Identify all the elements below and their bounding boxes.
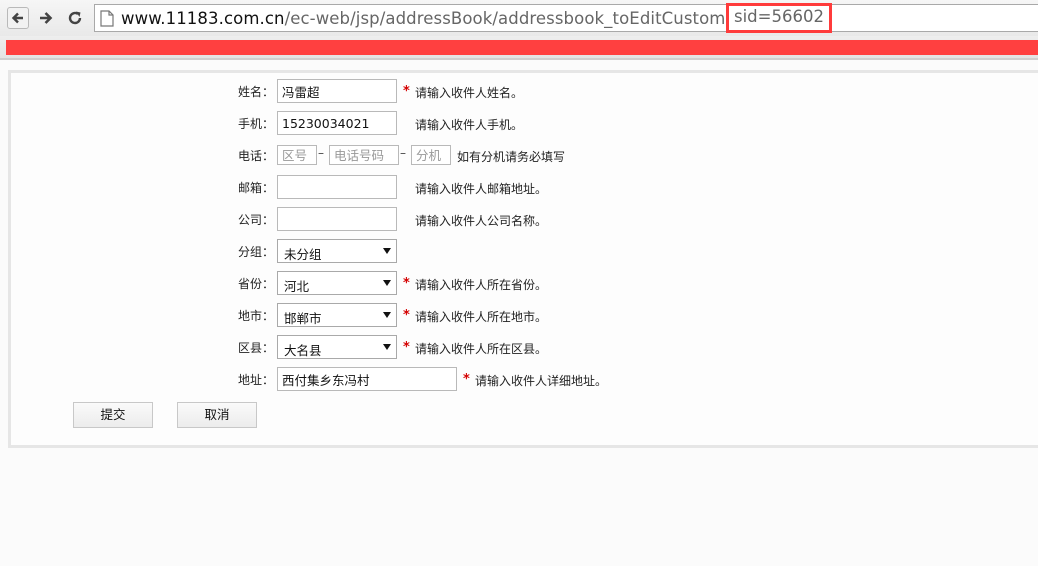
required-mark: *	[403, 84, 410, 99]
province-row: 省份： 河北 * 请输入收件人所在省份。	[11, 271, 1011, 295]
district-row: 区县： 大名县 * 请输入收件人所在区县。	[11, 335, 1011, 359]
company-hint: 请输入收件人公司名称。	[415, 214, 548, 228]
back-arrow-icon	[11, 12, 23, 24]
name-row: 姓名： * 请输入收件人姓名。	[11, 79, 1011, 103]
city-select[interactable]: 邯郸市	[277, 303, 397, 327]
name-hint: 请输入收件人姓名。	[415, 86, 524, 100]
sid-highlight: sid=56602	[726, 3, 832, 33]
reload-icon	[68, 11, 82, 25]
city-label: 地市：	[238, 309, 275, 323]
phone-hint: 如有分机请务必填写	[457, 150, 566, 164]
phone-dash-1: –	[318, 146, 324, 160]
required-mark: *	[463, 372, 470, 387]
area-code-input[interactable]	[277, 145, 317, 165]
phone-label: 电话：	[238, 149, 275, 163]
city-selected: 邯郸市	[284, 311, 322, 326]
city-row: 地市： 邯郸市 * 请输入收件人所在地市。	[11, 303, 1011, 327]
forward-arrow-icon	[40, 12, 53, 24]
dropdown-arrow-icon	[383, 312, 391, 318]
address-bar[interactable]: www.11183.com.cn/ec-web/jsp/addressBook/…	[94, 3, 1038, 33]
url-path: /ec-web/jsp/addressBook/addressbook_toEd…	[284, 9, 792, 28]
dropdown-arrow-icon	[383, 280, 391, 286]
bookmarks-bar	[0, 36, 1038, 58]
address-label: 地址：	[238, 373, 275, 387]
email-hint: 请输入收件人邮箱地址。	[415, 182, 548, 196]
province-hint: 请输入收件人所在省份。	[415, 278, 548, 292]
province-label: 省份：	[238, 277, 275, 291]
district-hint: 请输入收件人所在区县。	[415, 342, 548, 356]
mobile-input[interactable]	[277, 111, 397, 135]
district-select[interactable]: 大名县	[277, 335, 397, 359]
group-select[interactable]: 未分组	[277, 239, 397, 263]
reload-button[interactable]	[64, 7, 86, 29]
address-row: 地址： * 请输入收件人详细地址。	[11, 367, 1011, 391]
email-input[interactable]	[277, 175, 397, 199]
redaction-bar	[6, 40, 1038, 55]
url-text: www.11183.com.cn/ec-web/jsp/addressBook/…	[121, 9, 791, 28]
address-hint: 请输入收件人详细地址。	[475, 374, 608, 388]
company-label: 公司：	[238, 213, 275, 227]
province-selected: 河北	[284, 279, 310, 294]
name-input[interactable]	[277, 79, 397, 103]
city-hint: 请输入收件人所在地市。	[415, 310, 548, 324]
company-row: 公司： 请输入收件人公司名称。	[11, 207, 1011, 231]
back-button[interactable]	[7, 7, 29, 29]
email-label: 邮箱：	[238, 181, 275, 195]
mobile-label: 手机：	[238, 117, 275, 131]
extension-input[interactable]	[411, 145, 451, 165]
cancel-button[interactable]: 取消	[177, 402, 257, 428]
required-mark: *	[403, 340, 410, 355]
district-label: 区县：	[238, 341, 275, 355]
name-label: 姓名：	[238, 85, 275, 99]
group-selected: 未分组	[284, 247, 322, 262]
group-label: 分组：	[238, 245, 275, 259]
company-input[interactable]	[277, 207, 397, 231]
dropdown-arrow-icon	[383, 344, 391, 350]
browser-toolbar: www.11183.com.cn/ec-web/jsp/addressBook/…	[0, 0, 1038, 36]
group-row: 分组： 未分组	[11, 239, 1011, 263]
page-content: 姓名： * 请输入收件人姓名。 手机： 请输入收件人手机。 电话： – – 如有…	[0, 60, 1038, 566]
submit-button[interactable]: 提交	[73, 402, 153, 428]
required-mark: *	[403, 276, 410, 291]
dropdown-arrow-icon	[383, 248, 391, 254]
url-host: www.11183.com.cn	[121, 9, 285, 28]
mobile-row: 手机： 请输入收件人手机。	[11, 111, 1011, 135]
page-icon	[100, 10, 114, 27]
email-row: 邮箱： 请输入收件人邮箱地址。	[11, 175, 1011, 199]
phone-number-input[interactable]	[329, 145, 399, 165]
url-sid: sid=56602	[734, 7, 824, 26]
province-select[interactable]: 河北	[277, 271, 397, 295]
address-input[interactable]	[277, 367, 457, 391]
district-selected: 大名县	[284, 343, 322, 358]
required-mark: *	[403, 308, 410, 323]
phone-dash-2: –	[400, 146, 406, 160]
address-form: 姓名： * 请输入收件人姓名。 手机： 请输入收件人手机。 电话： – – 如有…	[8, 70, 1038, 448]
mobile-hint: 请输入收件人手机。	[415, 118, 524, 132]
phone-row: 电话： – – 如有分机请务必填写	[11, 143, 1011, 167]
forward-button[interactable]	[35, 7, 57, 29]
